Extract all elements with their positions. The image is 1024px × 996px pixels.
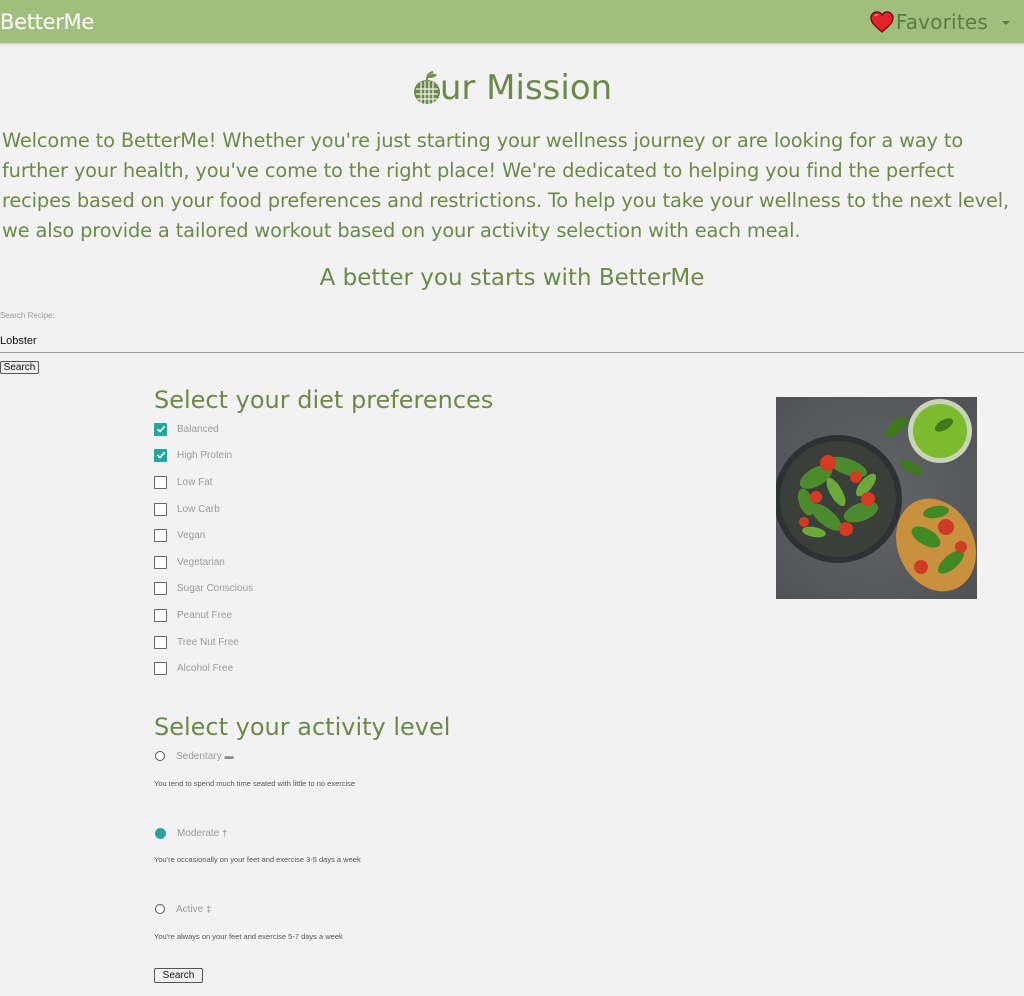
activity-radio[interactable] xyxy=(155,751,165,761)
activity-option[interactable]: Active ‡ xyxy=(155,902,211,916)
activity-option-text: Sedentary xyxy=(176,750,222,762)
navbar: BetterMe Favorites xyxy=(0,0,1024,43)
favorites-label: Favorites xyxy=(895,10,988,34)
diet-heading: Select your diet preferences xyxy=(154,386,494,414)
apple-logo-icon xyxy=(413,71,440,104)
search-button[interactable]: Search xyxy=(0,361,39,374)
activity-option-label: Sedentary ▬ xyxy=(176,751,234,762)
diet-option-label: Tree Nut Free xyxy=(177,636,239,648)
brand-logo[interactable]: BetterMe xyxy=(0,9,94,35)
activity-option-label: Moderate † xyxy=(177,828,227,839)
diet-checkbox[interactable] xyxy=(154,502,167,516)
activity-search-button[interactable]: Search xyxy=(154,968,203,983)
diet-option[interactable]: Tree Nut Free xyxy=(154,634,239,650)
activity-description: You tend to spend much time seated with … xyxy=(154,779,356,788)
diet-option-label: Balanced xyxy=(177,423,219,435)
diet-option[interactable]: Alcohol Free xyxy=(154,660,233,676)
activity-radio[interactable] xyxy=(155,827,166,839)
diet-checkbox[interactable] xyxy=(154,475,167,489)
favorites-dropdown[interactable]: Favorites xyxy=(870,9,1010,35)
diet-checkbox[interactable] xyxy=(154,528,167,542)
diet-option-label: Vegan xyxy=(177,529,206,541)
diet-option-label: Peanut Free xyxy=(177,609,233,621)
diet-checkbox[interactable] xyxy=(154,635,167,649)
activity-option-text: Moderate xyxy=(177,827,220,839)
diet-checkbox[interactable] xyxy=(154,422,167,436)
check-icon xyxy=(156,425,165,433)
heart-icon xyxy=(870,11,894,33)
diet-option[interactable]: High Protein xyxy=(154,447,232,463)
diet-checkbox[interactable] xyxy=(154,661,167,675)
salad-photo xyxy=(776,397,977,599)
activity-option-text: Active xyxy=(176,903,204,915)
diet-option[interactable]: Low Carb xyxy=(154,501,220,517)
diet-option[interactable]: Peanut Free xyxy=(154,607,232,623)
diet-option-label: Sugar Conscious xyxy=(177,582,254,594)
diet-option-label: Low Carb xyxy=(177,503,220,515)
diet-option[interactable]: Vegan xyxy=(154,527,205,543)
walking-icon: † xyxy=(222,828,228,838)
diet-option[interactable]: Low Fat xyxy=(154,474,213,490)
activity-description: You're occasionally on your feet and exe… xyxy=(154,855,361,864)
diet-checkbox[interactable] xyxy=(154,448,167,462)
diet-option-label: Low Fat xyxy=(177,476,213,488)
running-icon: ‡ xyxy=(206,904,212,914)
diet-option[interactable]: Sugar Conscious xyxy=(154,580,253,596)
diet-checkbox[interactable] xyxy=(154,581,167,595)
activity-heading: Select your activity level xyxy=(154,713,451,741)
activity-radio[interactable] xyxy=(155,904,165,914)
mission-title: ur Mission xyxy=(0,66,1024,110)
activity-option[interactable]: Sedentary ▬ xyxy=(155,749,234,763)
mission-intro: Welcome to BetterMe! Whether you're just… xyxy=(2,129,1010,242)
diet-checkbox[interactable] xyxy=(154,555,167,569)
activity-description: You're always on your feet and exercise … xyxy=(154,932,343,941)
search-label: Search Recipe: xyxy=(0,311,55,320)
diet-checkbox[interactable] xyxy=(154,608,167,622)
diet-option[interactable]: Balanced xyxy=(154,421,219,437)
diet-option-label: High Protein xyxy=(177,449,233,461)
diet-option-label: Vegetarian xyxy=(177,556,225,568)
diet-option-label: Alcohol Free xyxy=(177,662,234,674)
couch-icon: ▬ xyxy=(224,751,234,761)
diet-option[interactable]: Vegetarian xyxy=(154,554,225,570)
check-icon xyxy=(156,451,165,459)
activity-option-label: Active ‡ xyxy=(176,904,211,915)
chevron-down-icon xyxy=(1002,21,1010,25)
activity-option[interactable]: Moderate † xyxy=(155,826,227,840)
tagline: A better you starts with BetterMe xyxy=(319,265,705,291)
mission-title-text: ur Mission xyxy=(439,68,613,108)
search-input[interactable] xyxy=(0,329,1024,353)
